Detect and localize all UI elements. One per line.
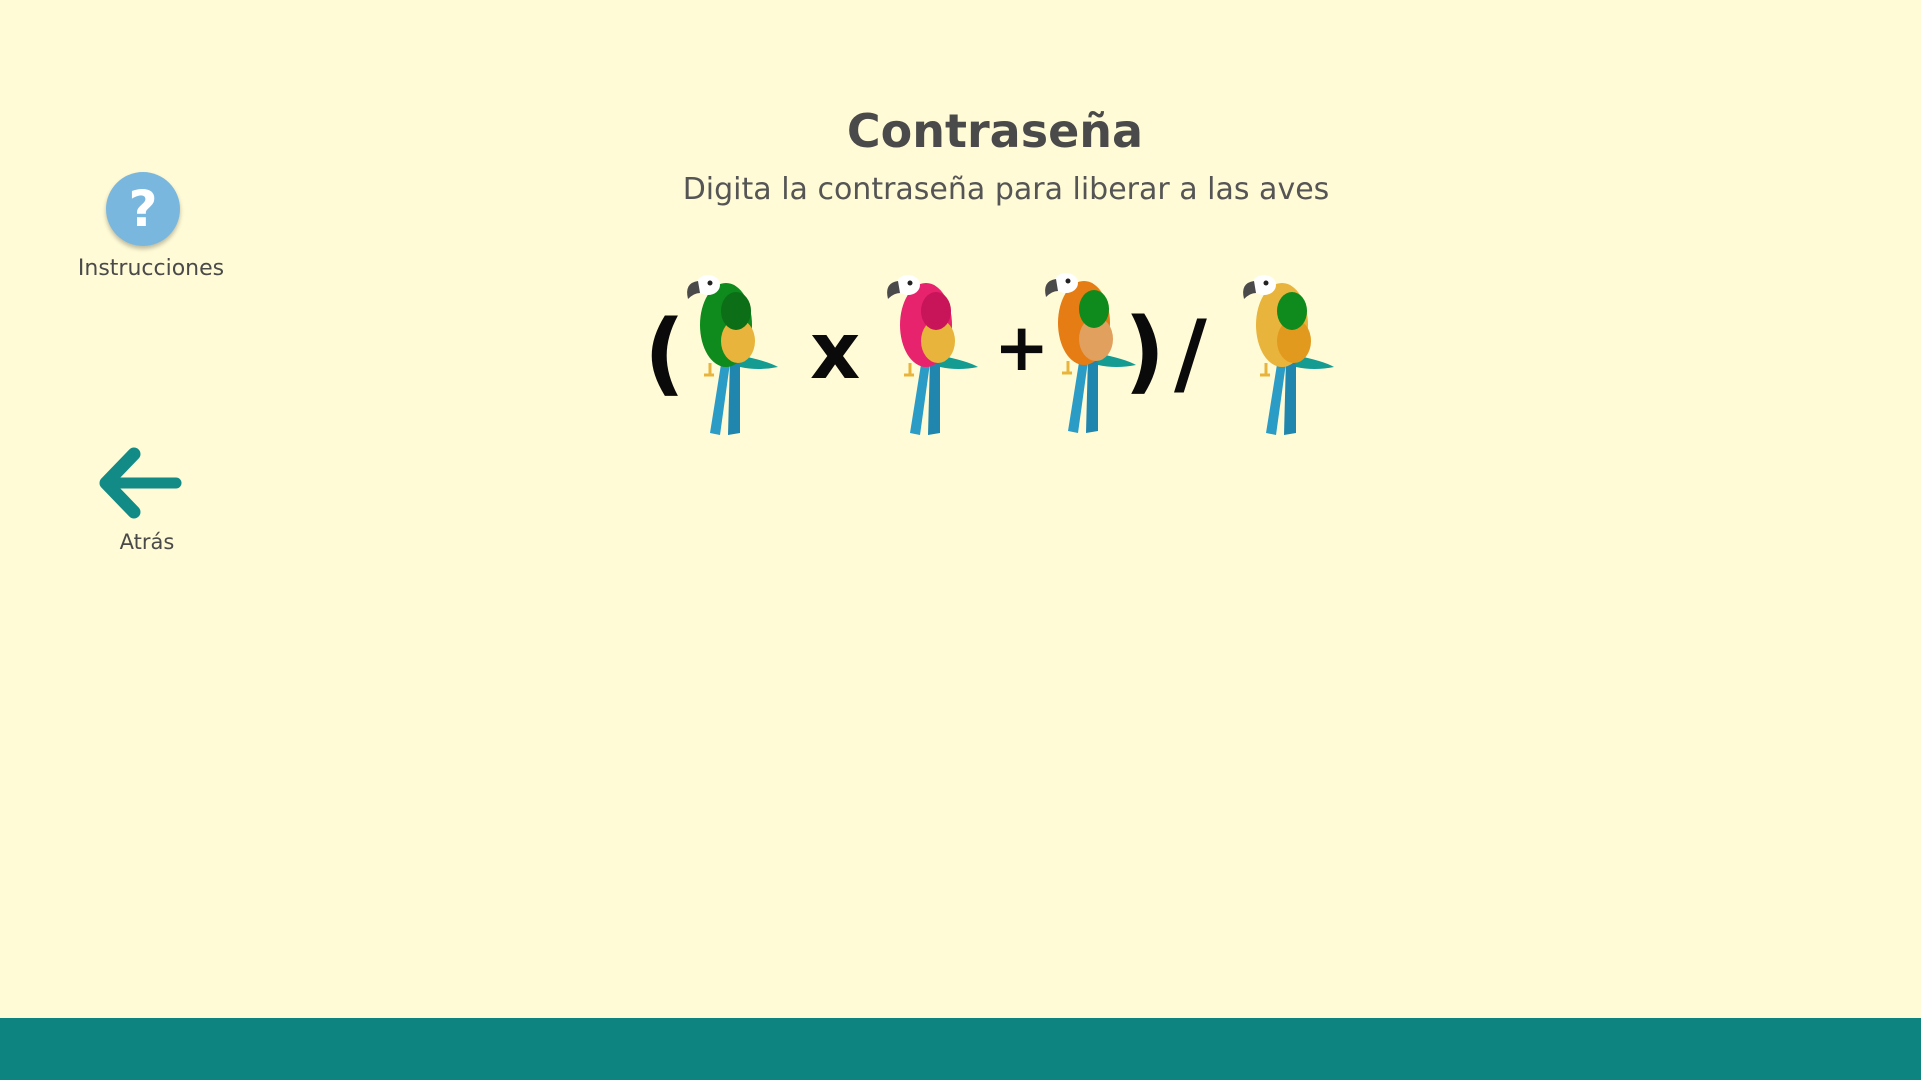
footer-bar	[0, 1018, 1921, 1080]
help-label: Instrucciones	[77, 256, 225, 281]
question-mark-icon: ?	[128, 180, 158, 238]
page-title: Contraseña	[846, 104, 1144, 158]
divide-operator: /	[1174, 301, 1207, 406]
page: Contraseña Digita la contraseña para lib…	[0, 0, 1921, 1080]
help-button[interactable]: ?	[106, 172, 180, 246]
yellow-parrot-icon	[1236, 263, 1346, 443]
back-label: Atrás	[119, 530, 175, 554]
pink-parrot-icon	[880, 263, 990, 443]
open-paren: (	[644, 301, 686, 406]
multiply-operator: x	[810, 307, 861, 397]
password-equation: ( x + ) /	[640, 255, 1340, 445]
green-parrot-icon	[680, 263, 790, 443]
page-subtitle: Digita la contraseña para liberar a las …	[682, 172, 1330, 207]
back-button[interactable]	[96, 446, 182, 520]
arrow-left-icon	[99, 447, 182, 519]
close-paren: )	[1124, 299, 1166, 404]
